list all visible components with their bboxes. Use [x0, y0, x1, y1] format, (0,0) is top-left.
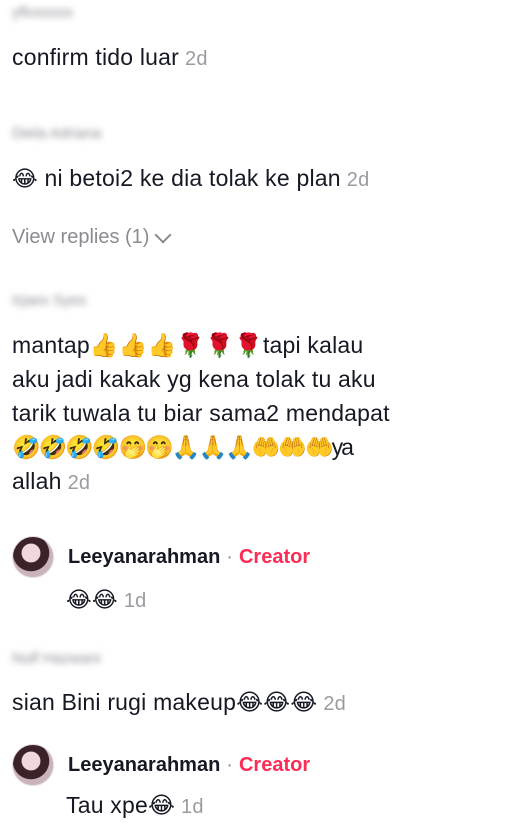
- reply-header: Leeyanarahman · Creator: [12, 536, 310, 578]
- comment-line: aku jadi kakak yg kena tolak tu aku: [12, 366, 376, 392]
- reply-author[interactable]: Leeyanarahman: [68, 754, 220, 776]
- creator-badge: Creator: [238, 753, 311, 776]
- comment-username[interactable]: Nulf Hazwani: [12, 650, 100, 667]
- comment-time: 2d: [323, 693, 346, 715]
- chevron-down-icon: [154, 226, 172, 243]
- avatar[interactable]: [12, 536, 54, 578]
- view-replies-button[interactable]: View replies (1): [12, 226, 172, 249]
- comment-time: 2d: [67, 472, 91, 494]
- reply-time: 1d: [181, 796, 204, 818]
- laughing-emoji: 😂: [12, 166, 38, 191]
- comment-body: confirm tido luar: [12, 44, 180, 70]
- reply-author[interactable]: Leeyanarahman: [68, 546, 220, 568]
- comment-username[interactable]: Diela Adriana: [12, 125, 101, 142]
- comment-line-last: allah 2d: [12, 464, 502, 500]
- avatar[interactable]: [12, 744, 54, 786]
- comment-text: mantap👍👍👍🌹🌹🌹tapi kalau aku jadi kakak yg…: [12, 328, 502, 500]
- reply-meta: Leeyanarahman · Creator: [68, 546, 310, 569]
- reply-text: Tau xpe😂 1d: [66, 788, 204, 824]
- reply-body: Tau xpe😂: [66, 792, 176, 818]
- comment-line: 🤣🤣🤣🤣🤭🤭🙏🙏🙏🤲🤲🤲ya: [12, 434, 354, 460]
- view-replies-label: View replies (1): [12, 226, 150, 248]
- comment-line: mantap👍👍👍🌹🌹🌹tapi kalau: [12, 332, 364, 358]
- reply-header: Leeyanarahman · Creator: [12, 744, 310, 786]
- creator-badge: Creator: [238, 545, 311, 568]
- reply-time: 1d: [123, 590, 147, 612]
- separator-dot: ·: [226, 753, 233, 776]
- comment-time: 2d: [346, 169, 370, 191]
- comment-text: 😂 ni betoi2 ke dia tolak ke plan 2d: [12, 161, 369, 197]
- reply-body: 😂😂: [66, 587, 118, 612]
- comment-text: confirm tido luar 2d: [12, 40, 208, 76]
- comment-text: sian Bini rugi makeup😂😂😂 2d: [12, 685, 346, 721]
- comment-username[interactable]: yflosssss: [12, 4, 73, 21]
- comment-body: sian Bini rugi makeup😂😂😂: [12, 689, 318, 715]
- reply-meta: Leeyanarahman · Creator: [68, 754, 310, 777]
- comment-username[interactable]: Irjaes Syes: [12, 292, 86, 309]
- comment-time: 2d: [185, 48, 208, 70]
- reply-text: 😂😂 1d: [66, 582, 146, 618]
- comment-body: ni betoi2 ke dia tolak ke plan: [44, 165, 341, 191]
- comment-line: allah: [12, 468, 62, 494]
- comment-line: tarik tuwala tu biar sama2 mendapat: [12, 400, 390, 426]
- separator-dot: ·: [226, 545, 233, 568]
